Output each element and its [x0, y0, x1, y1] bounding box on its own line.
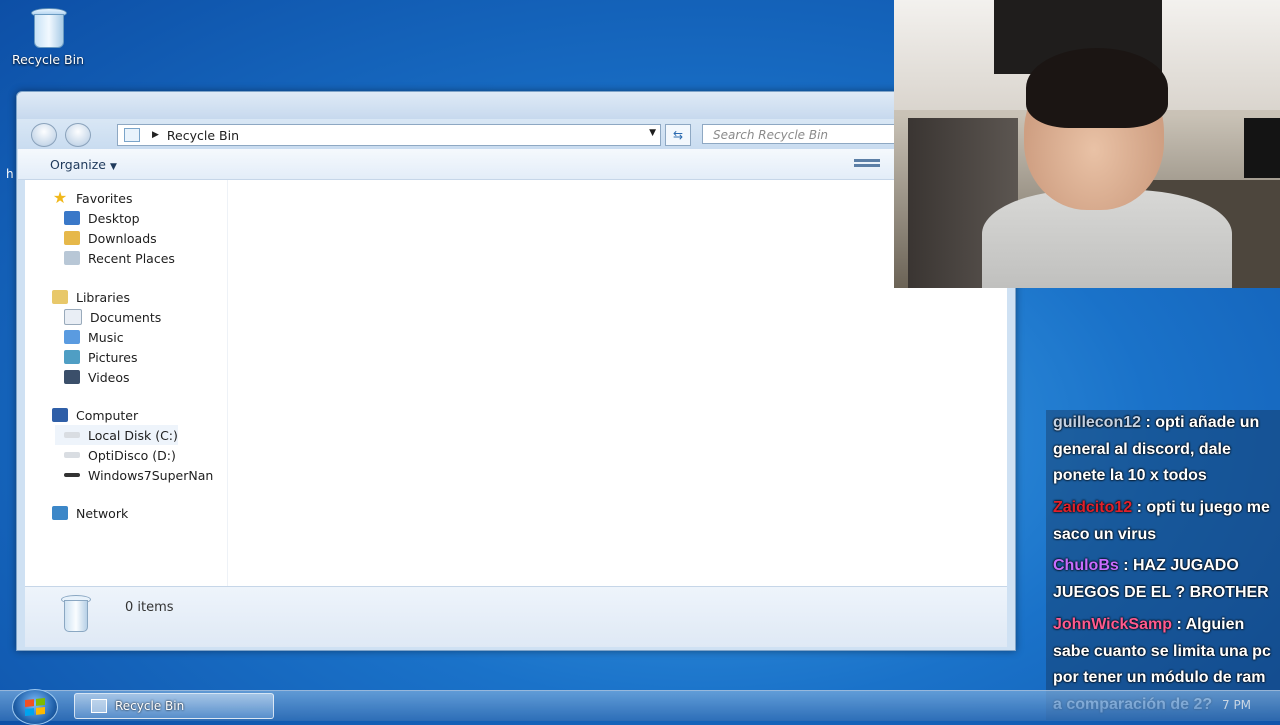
nav-downloads[interactable]: Downloads [64, 228, 157, 248]
nav-windows7supernan[interactable]: Windows7SuperNan [64, 465, 224, 485]
nav-music-label: Music [88, 329, 124, 345]
chat-username: Zaidcito12 [1053, 499, 1133, 516]
drive-icon [64, 452, 80, 458]
chat-overlay: guillecon12 : opti añade un general al d… [1046, 410, 1280, 720]
nav-network[interactable]: Network [52, 503, 128, 523]
taskbar-recycle-bin-button[interactable]: Recycle Bin [74, 693, 274, 719]
library-icon [52, 290, 68, 304]
computer-icon [52, 408, 68, 422]
clock[interactable]: 7 PM [1222, 698, 1251, 712]
navigation-pane: ★ Favorites Desktop Downloads Recent Pla… [25, 180, 228, 586]
nav-optidisco-d-label: OptiDisco (D:) [88, 447, 176, 463]
nav-recent-places-label: Recent Places [88, 250, 175, 266]
nav-desktop[interactable]: Desktop [64, 208, 140, 228]
drive-icon [64, 473, 80, 477]
chat-username: ChuloBs [1053, 557, 1119, 574]
nav-local-disk-c[interactable]: Local Disk (C:) [55, 425, 178, 445]
chat-username: guillecon12 [1053, 414, 1142, 431]
nav-libraries-label: Libraries [76, 289, 130, 305]
nav-libraries[interactable]: Libraries [52, 287, 130, 307]
webcam-overlay [894, 0, 1280, 288]
downloads-folder-icon [64, 231, 80, 245]
content-area: ★ Favorites Desktop Downloads Recent Pla… [25, 180, 1007, 586]
nav-local-disk-c-label: Local Disk (C:) [88, 427, 178, 443]
address-field[interactable]: ▶ Recycle Bin ▼ [117, 124, 661, 146]
desktop-edge-text: h [6, 167, 14, 181]
details-pane: 0 items [25, 586, 1007, 647]
nav-documents-label: Documents [90, 309, 162, 325]
breadcrumb[interactable]: Recycle Bin [167, 128, 239, 143]
nav-documents[interactable]: Documents [64, 307, 161, 327]
nav-pictures[interactable]: Pictures [64, 347, 138, 367]
recycle-bin-icon [59, 595, 91, 632]
nav-favorites-label: Favorites [76, 190, 133, 206]
explorer-window: ▶ Recycle Bin ▼ ⇆ Search Recycle Bin Org… [16, 91, 1016, 651]
music-icon [64, 330, 80, 344]
desktop-recycle-bin-label: Recycle Bin [11, 52, 85, 67]
recycle-bin-icon [28, 6, 68, 48]
nav-desktop-label: Desktop [88, 210, 140, 226]
recycle-bin-small-icon [91, 699, 107, 713]
chat-message: ChuloBs : HAZ JUGADO JUEGOS DE EL ? BROT… [1053, 557, 1269, 601]
nav-videos[interactable]: Videos [64, 367, 130, 387]
view-options-button[interactable] [854, 157, 880, 171]
back-button[interactable] [31, 123, 57, 147]
item-count: 0 items [125, 600, 174, 615]
taskbar-recycle-bin-label: Recycle Bin [115, 699, 185, 713]
network-icon [52, 506, 68, 520]
search-input[interactable]: Search Recycle Bin [702, 124, 912, 144]
breadcrumb-arrow-icon[interactable]: ▶ [152, 130, 159, 140]
recycle-bin-small-icon [124, 128, 140, 142]
nav-network-label: Network [76, 505, 129, 521]
drive-icon [64, 432, 80, 438]
nav-videos-label: Videos [88, 369, 130, 385]
documents-icon [64, 309, 82, 325]
videos-icon [64, 370, 80, 384]
nav-favorites[interactable]: ★ Favorites [52, 188, 133, 208]
organize-label: Organize [50, 157, 106, 172]
chat-username: JohnWickSamp [1053, 616, 1172, 633]
chat-message: Zaidcito12 : opti tu juego me saco un vi… [1053, 499, 1270, 543]
recent-places-icon [64, 251, 80, 265]
address-bar-area: ▶ Recycle Bin ▼ ⇆ Search Recycle Bin [17, 119, 1015, 149]
star-icon: ★ [52, 188, 68, 207]
nav-recent-places[interactable]: Recent Places [64, 248, 175, 268]
nav-optidisco-d[interactable]: OptiDisco (D:) [64, 445, 176, 465]
desktop-folder-icon [64, 211, 80, 225]
nav-windows7supernan-label: Windows7SuperNan [88, 467, 214, 483]
chat-message: guillecon12 : opti añade un general al d… [1053, 414, 1260, 484]
chevron-down-icon: ▼ [110, 162, 117, 172]
pictures-icon [64, 350, 80, 364]
organize-button[interactable]: Organize ▼ [50, 157, 117, 172]
desktop-recycle-bin[interactable]: Recycle Bin [8, 6, 88, 67]
command-bar: Organize ▼ [18, 149, 1014, 180]
start-orb-icon [25, 697, 45, 717]
refresh-button[interactable]: ⇆ [665, 124, 691, 146]
nav-computer[interactable]: Computer [52, 405, 138, 425]
title-bar[interactable] [17, 92, 1015, 119]
nav-computer-label: Computer [76, 407, 139, 423]
chevron-down-icon[interactable]: ▼ [649, 128, 656, 138]
nav-pictures-label: Pictures [88, 349, 138, 365]
forward-button[interactable] [65, 123, 91, 147]
taskbar: Recycle Bin 7 PM [0, 689, 1280, 725]
nav-downloads-label: Downloads [88, 230, 157, 246]
nav-music[interactable]: Music [64, 327, 124, 347]
